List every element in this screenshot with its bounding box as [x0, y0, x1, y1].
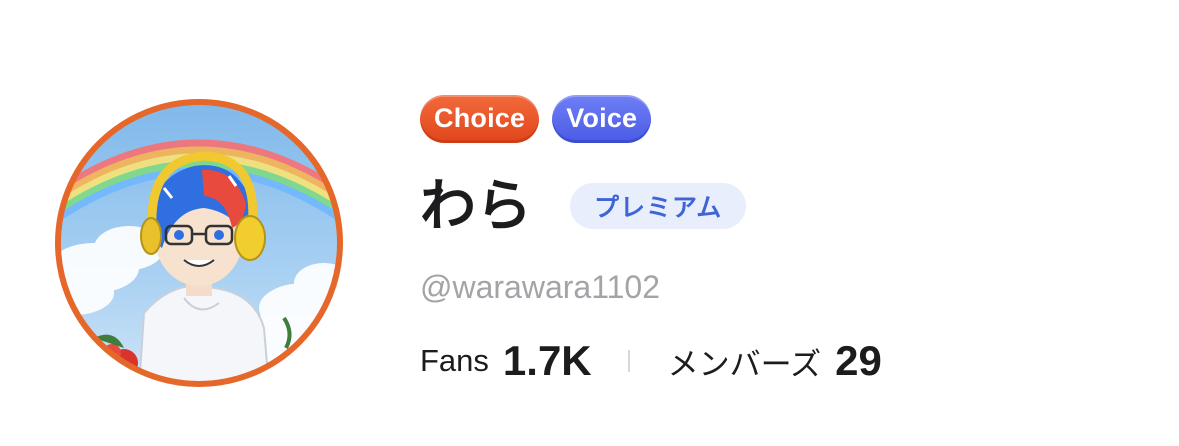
members-count[interactable]: 29 [835, 337, 882, 385]
stats-divider [627, 350, 630, 372]
display-name: わら [420, 174, 532, 237]
user-handle: @warawara1102 [420, 269, 661, 305]
choice-badge[interactable]: Choice [420, 94, 540, 143]
fans-count[interactable]: 1.7K [503, 337, 592, 385]
profile-card: Choice Voice わら プレミアム @warawara1102 Fans… [0, 0, 1179, 446]
avatar[interactable] [54, 98, 344, 388]
avatar-image [55, 99, 343, 387]
premium-badge[interactable]: プレミアム [570, 183, 747, 229]
voice-badge[interactable]: Voice [552, 94, 652, 143]
stats-row: Fans 1.7K メンバーズ 29 [420, 333, 1160, 389]
fans-label: Fans [420, 343, 489, 378]
name-row: わら プレミアム [420, 171, 1160, 241]
badge-list: Choice Voice [420, 94, 1160, 143]
members-label: メンバーズ [667, 346, 822, 382]
profile-info: Choice Voice わら プレミアム @warawara1102 Fans… [420, 94, 1160, 389]
